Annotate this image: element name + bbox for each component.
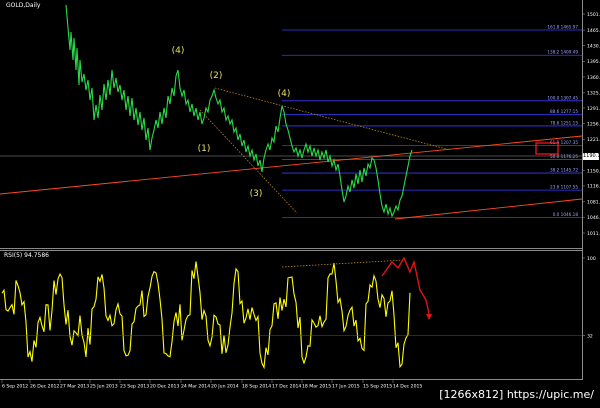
time-tick-label: 14 Dec 2015	[393, 384, 422, 390]
price-tick-label: 1011.52	[587, 231, 600, 237]
price-tick-label: 1501.80	[587, 12, 600, 18]
time-tick-label: 17 Jun 2015	[332, 384, 360, 390]
wave-label: (4)	[172, 46, 185, 56]
rsi-series-line	[1, 261, 411, 370]
price-axis: 1501.80 1465.77 1430.80 1395.80 1360.80 1325.…	[582, 12, 600, 237]
wave-label: (4)	[278, 89, 291, 99]
watermark: [1266x812] https://upic.me/	[437, 387, 596, 402]
time-tick-label: 6 Sep 2012	[2, 384, 28, 390]
fib-level-label: 161.8 1465.97	[547, 25, 578, 30]
time-tick-label: 25 Jun 2013	[90, 384, 118, 390]
price-tick-label: 1325.32	[587, 91, 600, 97]
time-axis-border	[0, 379, 582, 380]
wave-label: (1)	[198, 144, 211, 154]
resistance-dotted-line	[214, 87, 451, 151]
lower-trendline	[0, 135, 583, 195]
price-tick-label: 1256.45	[587, 121, 600, 127]
symbol-label: GOLD,Daily	[6, 2, 41, 9]
time-tick-label: 20 Dec 2013	[150, 384, 179, 390]
fib-level-label: 78.6 1251.15	[550, 120, 578, 125]
wave-label: (3)	[250, 189, 263, 199]
price-tick-label: 1081.31	[587, 200, 600, 206]
pane-separator-2	[0, 250, 582, 251]
rsi-label: RSI(5) 94.7586	[4, 252, 49, 259]
fib-level-label: 38.2 1145.72	[550, 168, 578, 173]
price-tick-label: 1430.80	[587, 44, 600, 50]
time-tick-label: 18 Mar 2015	[302, 384, 331, 390]
time-tick-label: 27 Mar 2013	[60, 384, 89, 390]
price-tick-label: 1395.80	[587, 59, 600, 65]
fib-level-label: 100.0 1307.45	[547, 95, 578, 100]
chart-window[interactable]: 161.8 1465.97 138.2 1409.49 100.0 1307.45 8…	[0, 0, 600, 404]
time-tick-label: 24 Mar 2014	[181, 384, 210, 390]
price-tick-label: 1046.84	[587, 215, 600, 221]
rsi-arrow-head	[426, 314, 432, 320]
price-tick-label: 1221.45	[587, 137, 600, 143]
fib-level-label: 50.0 1176.25	[550, 154, 578, 159]
price-tick-label: 1291.45	[587, 106, 600, 112]
pane-separator	[0, 248, 582, 249]
fib-level-label: 23.6 1107.55	[550, 185, 578, 190]
time-tick-label: 20 Jun 2014	[211, 384, 239, 390]
price-tick-label: 1150.84	[587, 169, 600, 175]
fib-level-label: 0.0 1046.18	[553, 212, 579, 217]
time-tick-label: 23 Sep 2013	[120, 384, 149, 390]
rsi-down-arrow	[381, 256, 431, 319]
rsi-tick-label: 100	[587, 256, 596, 262]
wave-label: (2)	[210, 71, 223, 81]
price-axis-border	[582, 0, 583, 380]
current-price-tag: 1190.11	[583, 153, 600, 160]
fibonacci-levels: 161.8 1465.97 138.2 1409.49 100.0 1307.45 8…	[282, 25, 582, 218]
price-tick-label: 1116.87	[587, 184, 600, 190]
channel-dotted-line	[199, 109, 298, 214]
price-series-line	[65, 4, 413, 218]
trendlines	[0, 87, 583, 220]
fib-level-label: 88.6 1277.15	[550, 109, 578, 114]
rsi-annotations	[0, 256, 582, 336]
fib-level-label: 138.2 1409.49	[547, 50, 578, 55]
chart-canvas[interactable]: 161.8 1465.97 138.2 1409.49 100.0 1307.45 8…	[0, 0, 600, 404]
time-tick-label: 17 Dec 2014	[272, 384, 301, 390]
rsi-tick-label: 32	[587, 333, 593, 339]
price-tick-label: 1360.80	[587, 75, 600, 81]
time-tick-label: 15 Sep 2015	[363, 384, 392, 390]
price-tick-label: 1465.77	[587, 28, 600, 34]
time-tick-label: 26 Dec 2012	[30, 384, 59, 390]
time-axis: 6 Sep 2012 26 Dec 2012 27 Mar 2013 25 Jun 2…	[1, 380, 422, 390]
time-tick-label: 18 Sep 2014	[242, 384, 271, 390]
rsi-divergence-line	[281, 259, 405, 268]
rsi-axis: 100 32	[582, 256, 596, 339]
